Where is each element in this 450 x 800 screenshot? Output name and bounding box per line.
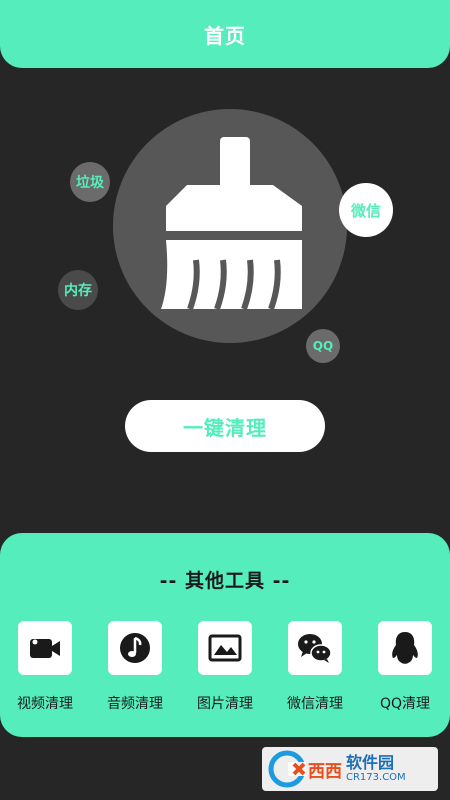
audio-clean-icon-box [108, 621, 162, 675]
wechat-clean-icon-box [288, 621, 342, 675]
music-note-icon [120, 633, 150, 663]
wechat-icon [298, 634, 332, 663]
tool-wechat-clean-label: 微信清理 [287, 696, 343, 712]
one-click-clean-label: 一键清理 [183, 415, 267, 440]
trash-bubble-label: 垃圾 [76, 175, 104, 191]
other-tools-panel: -- 其他工具 -- 视频清理 音频清理 图片清理 微信清理 QQ清理 [0, 533, 450, 737]
watermark-site: 软件园 [346, 753, 395, 772]
one-click-clean-button[interactable]: 一键清理 [125, 400, 325, 452]
qq-penguin-icon [392, 632, 418, 664]
tool-wechat-clean[interactable]: 微信清理 [270, 621, 360, 713]
header-bar: 首页 [0, 0, 450, 68]
cleaner-circle[interactable] [113, 109, 347, 343]
tool-qq-clean[interactable]: QQ清理 [360, 621, 450, 713]
memory-bubble-label: 内存 [64, 283, 92, 299]
watermark-site-group: 软件园 CR173.COM [346, 754, 406, 784]
tool-picture-clean-label: 图片清理 [197, 696, 253, 712]
wechat-bubble-label: 微信 [350, 201, 381, 220]
qq-clean-icon-box [378, 621, 432, 675]
tool-audio-clean[interactable]: 音频清理 [90, 621, 180, 713]
watermark-logo-icon [268, 750, 306, 788]
tool-video-clean-label: 视频清理 [17, 696, 73, 712]
page-title: 首页 [204, 23, 246, 48]
wechat-bubble[interactable]: 微信 [339, 183, 393, 237]
watermark-url: CR173.COM [346, 772, 406, 783]
other-tools-title: -- 其他工具 -- [159, 570, 291, 592]
broom-icon [161, 137, 302, 311]
qq-bubble-label: QQ [312, 339, 334, 353]
tool-audio-clean-label: 音频清理 [107, 696, 163, 712]
video-clean-icon-box [18, 621, 72, 675]
qq-bubble[interactable]: QQ [306, 329, 340, 363]
tool-video-clean[interactable]: 视频清理 [0, 621, 90, 713]
site-watermark: 西西 软件园 CR173.COM [262, 747, 438, 791]
picture-icon [208, 634, 242, 662]
tool-picture-clean[interactable]: 图片清理 [180, 621, 270, 713]
home-screen: 首页 垃圾 微信 内存 QQ 一键清理 -- 其他工具 -- 视频清理 音频清理… [0, 0, 450, 800]
video-camera-icon [30, 639, 60, 658]
trash-bubble[interactable]: 垃圾 [70, 162, 110, 202]
watermark-brand: 西西 [308, 761, 342, 782]
tool-qq-clean-label: QQ清理 [379, 696, 431, 712]
picture-clean-icon-box [198, 621, 252, 675]
memory-bubble[interactable]: 内存 [58, 270, 98, 310]
